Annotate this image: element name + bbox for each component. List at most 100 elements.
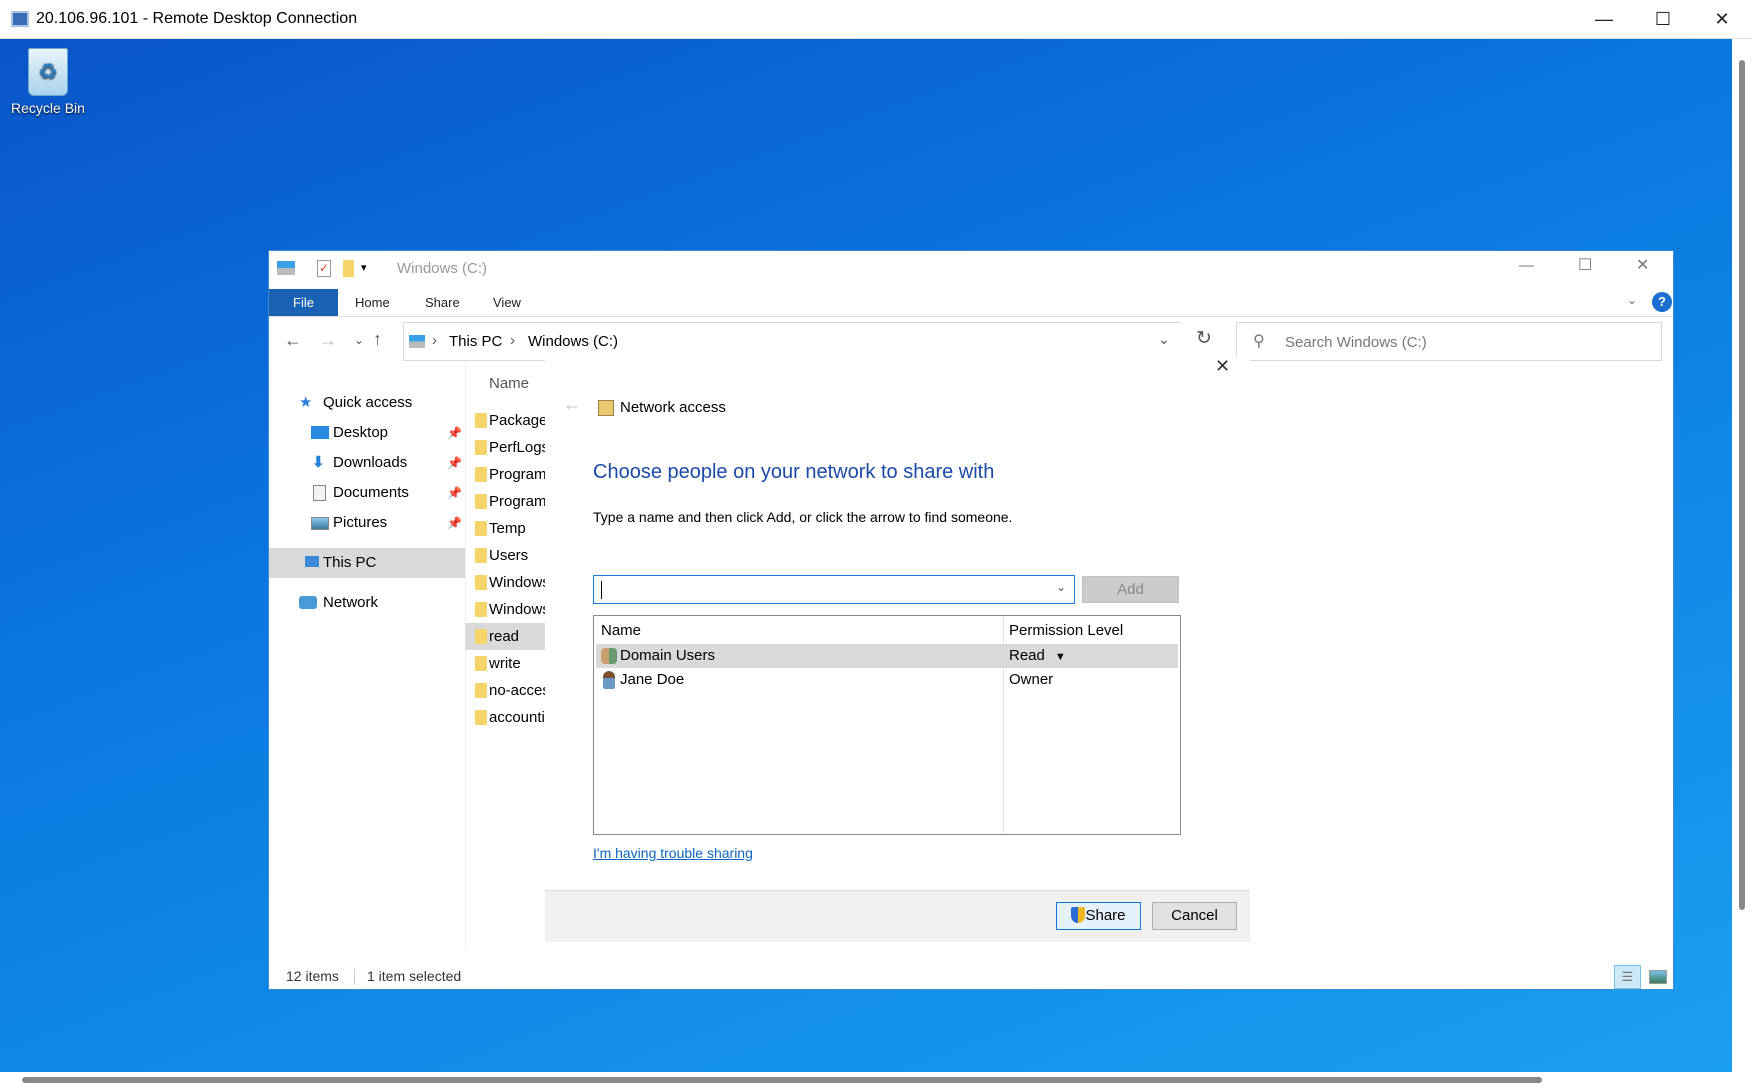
- column-header-permission[interactable]: Permission Level: [1009, 619, 1123, 643]
- large-icons-view-button[interactable]: [1649, 970, 1667, 984]
- close-button[interactable]: ✕: [1636, 255, 1649, 275]
- status-divider: [354, 969, 355, 985]
- rdp-minimize-button[interactable]: —: [1584, 6, 1624, 32]
- window-title: Windows (C:): [397, 260, 488, 277]
- file-item[interactable]: Users: [465, 542, 545, 569]
- nav-label: Documents: [333, 484, 409, 501]
- user-icon: [603, 671, 615, 689]
- network-access-dialog: ✕ ← Network access Choose people on your…: [545, 356, 1250, 942]
- tab-home[interactable]: Home: [355, 289, 390, 316]
- pin-icon[interactable]: 📌: [447, 508, 462, 538]
- table-row[interactable]: Domain Users Read ▼: [596, 644, 1178, 668]
- network-icon: [299, 596, 317, 609]
- cancel-button[interactable]: Cancel: [1152, 902, 1237, 930]
- dialog-instruction: Type a name and then click Add, or click…: [593, 509, 1013, 525]
- file-item[interactable]: Program Files (x86): [465, 488, 545, 515]
- group-icon: [601, 648, 617, 664]
- name-combobox[interactable]: ⌄: [593, 575, 1075, 604]
- navigation-pane: ★ Quick access Desktop 📌 ⬇ Downloads 📌 Docum…: [269, 361, 465, 961]
- column-header-name[interactable]: Name: [489, 375, 529, 392]
- dialog-back-button[interactable]: ←: [563, 394, 581, 415]
- rdp-close-button[interactable]: ✕: [1702, 6, 1742, 32]
- text-cursor: [601, 581, 602, 599]
- share-button[interactable]: Share: [1056, 902, 1141, 930]
- nav-label: Downloads: [333, 454, 408, 471]
- file-item[interactable]: write: [465, 650, 545, 677]
- share-label: Share: [1085, 907, 1126, 924]
- rdp-horizontal-scrollbar[interactable]: [22, 1077, 1542, 1083]
- file-item[interactable]: Packages: [465, 407, 545, 434]
- table-row[interactable]: Jane Doe Owner: [596, 668, 1178, 692]
- nav-documents[interactable]: Documents 📌: [269, 478, 465, 508]
- up-button[interactable]: ↑: [373, 329, 382, 350]
- nav-desktop[interactable]: Desktop 📌: [269, 418, 465, 448]
- column-header-name[interactable]: Name: [601, 619, 641, 643]
- recycle-bin-icon: ♻: [28, 48, 68, 96]
- share-permissions-table: Name Permission Level Domain Users Read ▼…: [593, 615, 1181, 835]
- rdp-title-bar: 20.106.96.101 - Remote Desktop Connectio…: [0, 0, 1752, 39]
- ribbon-expand-icon[interactable]: ⌄: [1627, 293, 1637, 307]
- computer-icon: [305, 556, 319, 567]
- trouble-sharing-link[interactable]: I'm having trouble sharing: [593, 845, 753, 861]
- status-bar: 12 items 1 item selected ☰: [269, 965, 1673, 989]
- nav-network[interactable]: Network: [269, 588, 465, 618]
- chevron-down-icon[interactable]: ⌄: [1056, 580, 1066, 594]
- file-item-selected[interactable]: read: [465, 623, 545, 650]
- permission-dropdown[interactable]: Read ▼: [1009, 644, 1066, 668]
- file-item[interactable]: WindowsAzure: [465, 596, 545, 623]
- details-view-button[interactable]: ☰: [1614, 965, 1641, 989]
- file-item[interactable]: Program Files: [465, 461, 545, 488]
- back-button[interactable]: ←: [284, 330, 302, 351]
- user-name: Domain Users: [620, 647, 716, 664]
- pin-icon[interactable]: 📌: [447, 418, 462, 448]
- file-item[interactable]: accounting: [465, 704, 545, 731]
- uac-shield-icon: [1071, 907, 1086, 923]
- dialog-footer: Share Cancel: [545, 890, 1250, 942]
- item-count: 12 items: [286, 968, 339, 984]
- breadcrumb-windows-c[interactable]: Windows (C:): [528, 333, 618, 350]
- breadcrumb-this-pc[interactable]: This PC: [449, 333, 502, 350]
- properties-icon[interactable]: ✓: [317, 260, 331, 277]
- file-item[interactable]: no-access: [465, 677, 545, 704]
- permission-level: Read: [1009, 647, 1045, 664]
- pin-icon[interactable]: 📌: [447, 448, 462, 478]
- network-access-icon: [598, 400, 614, 416]
- selection-count: 1 item selected: [367, 968, 462, 984]
- rdp-app-icon: [11, 11, 29, 27]
- download-icon: ⬇: [312, 454, 325, 471]
- dialog-heading: Choose people on your network to share w…: [593, 461, 995, 483]
- file-item[interactable]: Temp: [465, 515, 545, 542]
- help-icon[interactable]: ?: [1652, 292, 1672, 312]
- new-folder-icon[interactable]: [343, 260, 354, 277]
- user-name: Jane Doe: [620, 671, 685, 688]
- forward-button[interactable]: →: [319, 330, 337, 351]
- ribbon-divider: [269, 316, 1673, 317]
- address-dropdown-icon[interactable]: ⌄: [1158, 331, 1170, 348]
- drive-icon: [277, 261, 295, 275]
- drive-icon: [409, 335, 425, 348]
- file-item[interactable]: Windows: [465, 569, 545, 596]
- maximize-button[interactable]: ☐: [1578, 255, 1592, 275]
- tab-share[interactable]: Share: [425, 289, 460, 316]
- tab-view[interactable]: View: [493, 289, 521, 316]
- file-item[interactable]: PerfLogs: [465, 434, 545, 461]
- dialog-close-button[interactable]: ✕: [1215, 356, 1230, 377]
- search-input[interactable]: ⚲ Search Windows (C:): [1236, 322, 1662, 361]
- refresh-button[interactable]: ↻: [1196, 327, 1212, 350]
- recycle-bin-shortcut[interactable]: ♻ Recycle Bin: [8, 48, 88, 116]
- pin-icon[interactable]: 📌: [447, 478, 462, 508]
- nav-quick-access[interactable]: ★ Quick access: [269, 388, 465, 418]
- search-icon: ⚲: [1253, 333, 1265, 350]
- tab-file[interactable]: File: [269, 289, 338, 316]
- minimize-button[interactable]: —: [1519, 257, 1534, 274]
- rdp-vertical-scrollbar[interactable]: [1739, 60, 1745, 910]
- nav-this-pc[interactable]: This PC: [269, 548, 465, 578]
- nav-label: Desktop: [333, 424, 389, 441]
- qat-dropdown-icon[interactable]: ▾: [361, 261, 367, 274]
- nav-downloads[interactable]: ⬇ Downloads 📌: [269, 448, 465, 478]
- nav-pictures[interactable]: Pictures 📌: [269, 508, 465, 538]
- add-button[interactable]: Add: [1082, 576, 1179, 603]
- rdp-maximize-button[interactable]: ☐: [1643, 6, 1683, 32]
- permission-level: Owner: [1009, 671, 1054, 688]
- recent-locations-icon[interactable]: ⌄: [354, 333, 364, 347]
